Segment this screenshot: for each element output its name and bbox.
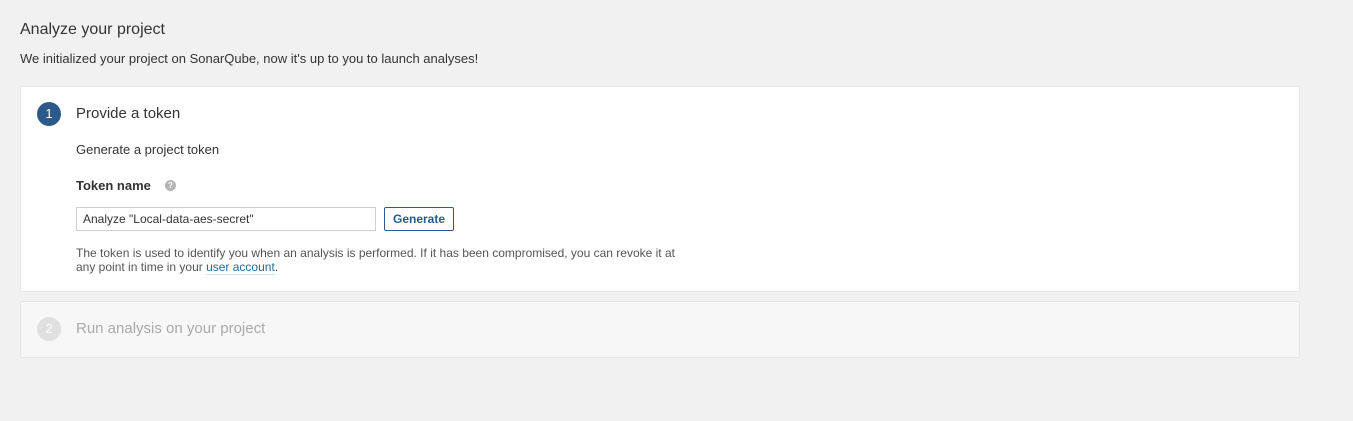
question-circle-icon[interactable]: ?: [165, 180, 176, 191]
page-title: Analyze your project: [20, 21, 165, 38]
step-run-analysis[interactable]: 2 Run analysis on your project: [20, 301, 1300, 358]
user-account-link[interactable]: user account: [206, 260, 275, 275]
token-note-end: .: [274, 260, 279, 274]
step-title: Run analysis on your project: [76, 320, 266, 337]
step-subtitle: Generate a project token: [76, 142, 220, 157]
token-name-input[interactable]: [76, 207, 376, 231]
step-title: Provide a token: [76, 105, 181, 122]
generate-button[interactable]: Generate: [384, 207, 455, 231]
token-name-label: Token name: [76, 178, 151, 193]
page-description: We initialized your project on SonarQube…: [20, 51, 479, 66]
step-number-badge: 1: [37, 102, 61, 126]
step-number-badge: 2: [37, 317, 61, 341]
analyze-project-page: Analyze your project We initialized your…: [0, 0, 1353, 421]
token-note: The token is used to identify you when a…: [76, 246, 676, 275]
step-provide-token: 1 Provide a token Generate a project tok…: [20, 86, 1300, 292]
token-note-text: The token is used to identify you when a…: [76, 246, 675, 274]
